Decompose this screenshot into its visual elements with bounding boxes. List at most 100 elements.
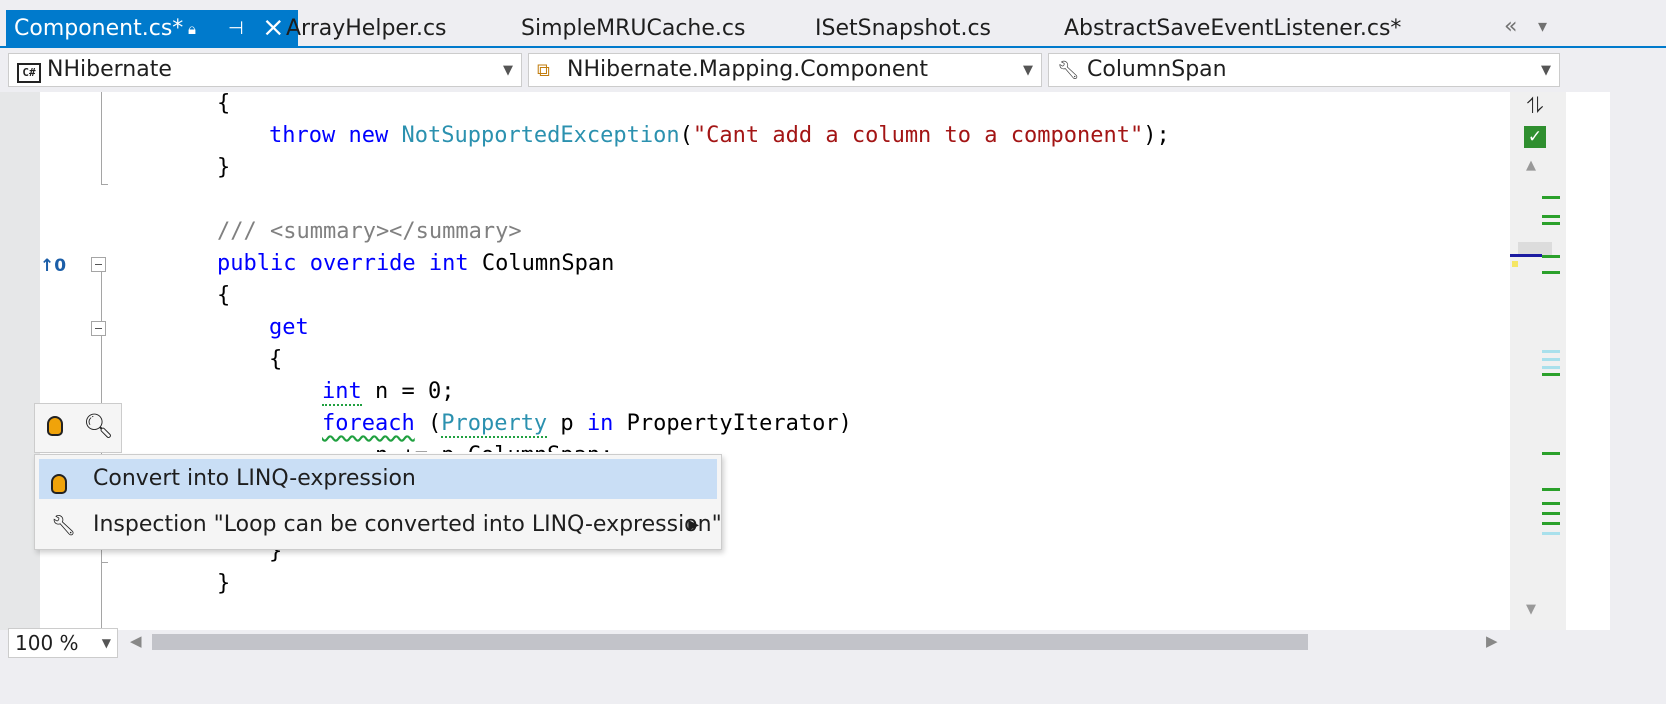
outline-line <box>101 92 102 184</box>
code-line: public override int ColumnSpan <box>217 248 614 280</box>
chevron-down-icon: ▼ <box>1023 63 1033 78</box>
string-literal: "Cant add a column to a component" <box>692 123 1144 148</box>
change-marker <box>1542 532 1560 535</box>
member-dropdown[interactable]: 🔧︎ ColumnSpan ▼ <box>1048 53 1560 87</box>
codelens-references[interactable]: ↑0 <box>40 256 66 276</box>
inspect-search-icon[interactable]: 🔍︎ <box>83 412 113 440</box>
change-marker <box>1542 373 1560 376</box>
collapse-toggle[interactable] <box>91 321 106 336</box>
tab-iset-snapshot[interactable]: ISetSnapshot.cs <box>815 10 991 46</box>
menu-item-label: Inspection "Loop can be converted into L… <box>93 512 722 537</box>
close-icon[interactable]: × <box>262 9 285 47</box>
scroll-left-icon[interactable]: ◀ <box>130 632 142 650</box>
project-dropdown[interactable]: C# NHibernate ▼ <box>8 53 522 87</box>
keyword: throw <box>269 123 336 148</box>
change-marker <box>1542 222 1560 225</box>
scroll-up-icon[interactable]: ▲ <box>1526 158 1536 173</box>
lightbulb-icon[interactable] <box>47 416 63 442</box>
member-name: ColumnSpan <box>1087 57 1227 82</box>
type-name: Property <box>441 411 548 438</box>
change-marker <box>1542 366 1560 369</box>
codelens-count: 0 <box>54 256 67 276</box>
change-marker <box>1542 215 1560 218</box>
keyword: int <box>322 379 362 406</box>
warning-marker <box>1512 261 1518 267</box>
scroll-down-icon[interactable]: ▼ <box>1526 602 1536 617</box>
navigation-bar: C# NHibernate ▼ ⧉ NHibernate.Mapping.Com… <box>0 48 1666 92</box>
code-line: foreach (Property p in PropertyIterator) <box>322 408 852 440</box>
chevron-down-icon: ▼ <box>1541 63 1551 78</box>
lock-icon[interactable]: 🔒︎ <box>188 10 196 48</box>
vertical-scrollbar-map[interactable] <box>1510 92 1566 630</box>
tab-label: SimpleMRUCache.cs <box>521 16 746 41</box>
code-text: n = 0; <box>361 379 455 404</box>
analysis-ok-icon[interactable]: ✓ <box>1524 126 1546 148</box>
change-marker <box>1542 502 1560 505</box>
menu-item-convert-linq[interactable]: Convert into LINQ-expression <box>39 459 717 499</box>
change-marker <box>1542 358 1560 361</box>
menu-item-label: Convert into LINQ-expression <box>93 466 416 491</box>
type-name: NHibernate.Mapping.Component <box>567 57 928 82</box>
code-text: ( <box>679 123 693 148</box>
submenu-arrow-icon: ▶ <box>688 517 699 533</box>
lightbulb-icon <box>51 467 67 507</box>
code-text: ); <box>1143 123 1170 148</box>
outline-line <box>101 272 102 322</box>
csharp-project-icon: C# <box>17 54 41 88</box>
caret-marker <box>1510 254 1542 257</box>
change-marker <box>1542 522 1560 525</box>
tab-list-dropdown-icon[interactable]: ▾ <box>1538 16 1547 37</box>
outline-end <box>101 184 108 185</box>
change-marker <box>1542 271 1560 274</box>
code-line: throw new NotSupportedException("Cant ad… <box>269 120 1170 152</box>
code-line: { <box>269 344 282 376</box>
code-text: } <box>217 155 231 180</box>
scroll-tabs-left-icon[interactable]: « <box>1504 14 1517 39</box>
change-marker <box>1542 255 1560 258</box>
code-line: get <box>269 312 309 344</box>
code-line: } <box>217 152 230 184</box>
change-marker <box>1542 452 1560 455</box>
tab-label: ISetSnapshot.cs <box>815 16 992 41</box>
chevron-down-icon: ▼ <box>503 63 513 78</box>
zoom-dropdown[interactable]: 100 % ▼ <box>8 628 118 658</box>
code-text: ( <box>414 411 442 436</box>
keyword: in <box>586 411 614 436</box>
wrench-icon: 🔧︎ <box>1057 60 1080 81</box>
code-text: { <box>269 347 283 372</box>
code-text: p <box>547 411 587 436</box>
menu-item-inspection[interactable]: 🔧︎ Inspection "Loop can be converted int… <box>39 505 722 545</box>
project-name: NHibernate <box>47 57 172 82</box>
keyword: new <box>348 123 389 148</box>
tab-label: ArrayHelper.cs <box>286 16 447 41</box>
collapse-toggle[interactable] <box>91 257 106 272</box>
tab-component-cs[interactable]: Component.cs* 🔒︎ ⊣ × <box>6 10 298 46</box>
chevron-down-icon: ▼ <box>101 636 111 650</box>
code-text: { <box>217 91 231 116</box>
code-text: PropertyIterator) <box>613 411 852 436</box>
tab-label: Component.cs* <box>14 16 184 41</box>
change-marker <box>1542 196 1560 199</box>
horizontal-scroll-thumb[interactable] <box>152 634 1308 650</box>
keyword: public override int <box>217 251 469 276</box>
pin-icon[interactable]: ⊣ <box>228 10 244 48</box>
member-identifier: ColumnSpan <box>481 251 615 276</box>
change-marker <box>1542 350 1560 353</box>
wrench-icon: 🔧︎ <box>51 513 77 537</box>
code-text: { <box>217 283 231 308</box>
keyword[interactable]: foreach <box>322 411 415 436</box>
split-window-icon[interactable]: ⥮ <box>1520 94 1550 120</box>
scroll-right-icon[interactable]: ▶ <box>1486 632 1498 650</box>
code-line: /// <summary></summary> <box>217 216 522 248</box>
tab-simple-mru-cache[interactable]: SimpleMRUCache.cs <box>521 10 745 46</box>
code-line: { <box>217 88 230 120</box>
tab-abstract-save-event-listener[interactable]: AbstractSaveEventListener.cs* <box>1064 10 1401 46</box>
quick-actions-menu: Convert into LINQ-expression 🔧︎ Inspecti… <box>34 454 722 550</box>
code-line: int n = 0; <box>322 376 454 408</box>
type-dropdown[interactable]: ⧉ NHibernate.Mapping.Component ▼ <box>528 53 1042 87</box>
doc-comment: /// <summary></summary> <box>217 219 522 244</box>
code-line: } <box>217 568 230 600</box>
change-marker <box>1542 488 1560 491</box>
tab-array-helper[interactable]: ArrayHelper.cs <box>286 10 447 46</box>
quick-actions-bar: 🔍︎ <box>34 403 122 453</box>
